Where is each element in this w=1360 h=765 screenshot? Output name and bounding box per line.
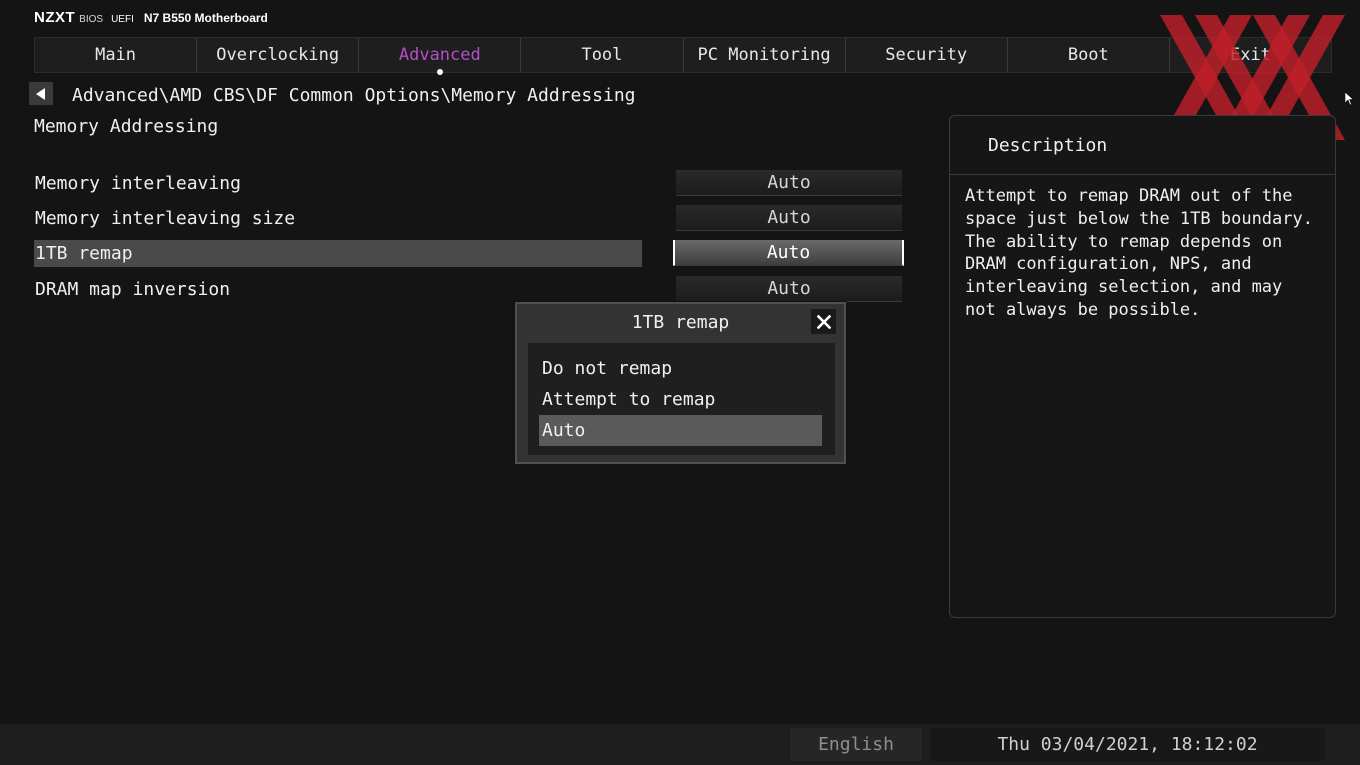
description-text: Attempt to remap DRAM out of the space j… <box>965 186 1313 320</box>
brand-model: N7 B550 Motherboard <box>143 11 268 25</box>
setting-value-1tb-remap[interactable]: Auto <box>673 240 904 266</box>
option-attempt-to-remap[interactable]: Attempt to remap <box>539 384 822 415</box>
description-panel: Description Attempt to remap DRAM out of… <box>949 115 1336 618</box>
main-tab-bar: Main Overclocking Advanced Tool PC Monit… <box>34 37 1332 75</box>
tab-pc-monitoring[interactable]: PC Monitoring <box>683 38 846 72</box>
setting-memory-interleaving-size[interactable]: Memory interleaving size <box>34 205 642 232</box>
brand-logo: NZXT <box>34 9 76 26</box>
option-do-not-remap[interactable]: Do not remap <box>539 353 822 384</box>
popup-title: 1TB remap <box>631 312 730 333</box>
setting-value-memory-interleaving-size[interactable]: Auto <box>676 205 902 231</box>
setting-value-memory-interleaving[interactable]: Auto <box>676 170 902 196</box>
back-button[interactable] <box>29 82 53 105</box>
breadcrumb: Advanced\AMD CBS\DF Common Options\Memor… <box>72 85 636 106</box>
setting-value-dram-map-inversion[interactable]: Auto <box>676 276 902 302</box>
brand-uefi: UEFI <box>111 14 134 25</box>
tab-security[interactable]: Security <box>845 38 1008 72</box>
back-arrow-icon <box>36 87 45 100</box>
description-title: Description <box>950 116 1335 175</box>
mouse-cursor-icon <box>1345 92 1355 106</box>
setting-dram-map-inversion[interactable]: DRAM map inversion <box>34 276 642 303</box>
tab-advanced[interactable]: Advanced <box>359 38 522 75</box>
setting-1tb-remap[interactable]: 1TB remap <box>34 240 642 267</box>
tab-overclocking[interactable]: Overclocking <box>197 38 360 72</box>
close-icon <box>816 314 831 329</box>
option-popup: 1TB remap Do not remap Attempt to remap … <box>515 302 846 464</box>
page-title: Memory Addressing <box>34 116 219 137</box>
setting-memory-interleaving[interactable]: Memory interleaving <box>34 170 642 197</box>
tab-main[interactable]: Main <box>35 38 198 72</box>
datetime-display: Thu 03/04/2021, 18:12:02 <box>930 728 1325 761</box>
tab-boot[interactable]: Boot <box>1007 38 1170 72</box>
option-auto[interactable]: Auto <box>539 415 822 446</box>
tab-tool[interactable]: Tool <box>521 38 684 72</box>
popup-close-button[interactable] <box>811 309 836 334</box>
brand-bios: BIOS <box>79 14 104 25</box>
bios-brand: NZXT BIOS UEFI N7 B550 Motherboard <box>34 9 268 27</box>
popup-option-list: Do not remap Attempt to remap Auto <box>528 343 835 455</box>
language-selector[interactable]: English <box>790 728 922 761</box>
